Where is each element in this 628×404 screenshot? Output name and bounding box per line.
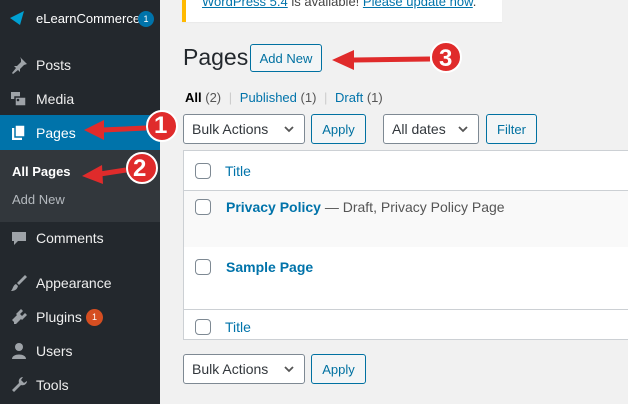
update-count-badge: 1 xyxy=(138,11,154,27)
filter-draft-count: (1) xyxy=(366,90,383,105)
filter-button[interactable]: Filter xyxy=(486,114,537,144)
filter-all-link[interactable]: All xyxy=(185,90,202,105)
pushpin-icon xyxy=(12,57,27,74)
sidebar-item-label: Posts xyxy=(36,57,72,73)
table-header-row: Title xyxy=(184,151,628,191)
chevron-down-icon xyxy=(284,366,294,373)
row-checkbox[interactable] xyxy=(195,259,211,275)
wordpress-version-link[interactable]: WordPress 5.4 xyxy=(202,0,288,9)
add-new-button[interactable]: Add New xyxy=(250,44,322,72)
site-name: eLearnCommerce xyxy=(36,11,141,26)
pages-icon xyxy=(12,123,26,140)
plugins-update-badge: 1 xyxy=(86,308,103,326)
bulk-actions-selected: Bulk Actions xyxy=(192,121,269,137)
chevron-down-icon xyxy=(284,126,294,133)
date-filter-select[interactable]: All dates xyxy=(383,114,479,144)
wordpress-logo-icon xyxy=(10,11,24,25)
sidebar-item-label: Plugins xyxy=(36,309,82,325)
pages-table: Title Privacy Policy — Draft, Privacy Po… xyxy=(183,150,628,340)
column-title-header[interactable]: Title xyxy=(225,163,251,179)
brush-icon xyxy=(11,275,27,291)
page-title-link[interactable]: Sample Page xyxy=(226,259,313,275)
sidebar-item-users[interactable]: Users xyxy=(0,334,160,368)
sidebar-item-plugins[interactable]: Plugins 1 xyxy=(0,300,160,334)
date-filter-selected: All dates xyxy=(392,121,446,137)
row-title-cell: Privacy Policy — Draft, Privacy Policy P… xyxy=(226,199,505,215)
media-icon xyxy=(11,92,27,107)
table-row: Sample Page xyxy=(184,247,628,309)
notice-middle-text: is available! xyxy=(287,0,363,9)
status-filter-links: All (2) | Published (1) | Draft (1) xyxy=(185,90,383,105)
post-state: — Draft, Privacy Policy Page xyxy=(320,199,505,215)
filter-published-link[interactable]: Published xyxy=(240,90,297,105)
table-footer-row: Title xyxy=(184,309,628,341)
filter-published-count: (1) xyxy=(300,90,317,105)
row-title-cell: Sample Page xyxy=(226,259,313,275)
sidebar-item-label: Comments xyxy=(36,230,104,246)
sidebar-item-label: Pages xyxy=(36,124,76,141)
column-title-footer[interactable]: Title xyxy=(225,319,251,335)
table-row: Privacy Policy — Draft, Privacy Policy P… xyxy=(184,191,628,247)
filter-all-count: (2) xyxy=(205,90,222,105)
row-checkbox[interactable] xyxy=(195,199,211,215)
update-notice-text: WordPress 5.4 is available! Please updat… xyxy=(202,0,476,9)
bulk-actions-select-bottom[interactable]: Bulk Actions xyxy=(183,354,305,384)
sidebar-item-label: Appearance xyxy=(36,275,112,291)
sidebar-item-comments[interactable]: Comments xyxy=(0,221,160,255)
submenu-item-all-pages[interactable]: All Pages xyxy=(12,164,71,179)
annotation-number-3: 3 xyxy=(439,45,453,72)
page-title: Pages xyxy=(183,44,249,70)
notice-end-text: . xyxy=(472,0,477,9)
sidebar-item-tools[interactable]: Tools xyxy=(0,368,160,402)
admin-sidebar: eLearnCommerce 1 Posts Media Pages All P… xyxy=(0,0,160,404)
separator: | xyxy=(228,90,233,105)
plugin-icon xyxy=(12,309,27,324)
bulk-actions-selected: Bulk Actions xyxy=(192,361,269,377)
page-title-link[interactable]: Privacy Policy xyxy=(226,199,321,215)
annotation-arrow-1 xyxy=(84,110,178,142)
select-all-checkbox[interactable] xyxy=(195,163,211,179)
apply-button-top[interactable]: Apply xyxy=(311,114,366,144)
wrench-icon xyxy=(12,377,27,392)
annotation-number-2: 2 xyxy=(133,155,147,182)
update-now-link[interactable]: Please update now xyxy=(363,0,473,9)
user-icon xyxy=(12,343,26,359)
sidebar-item-label: Tools xyxy=(36,377,69,393)
site-name-row[interactable]: eLearnCommerce 1 xyxy=(0,0,160,36)
sidebar-item-label: Users xyxy=(36,343,73,359)
update-notice: WordPress 5.4 is available! Please updat… xyxy=(182,0,502,22)
chevron-down-icon xyxy=(458,126,468,133)
submenu-item-add-new[interactable]: Add New xyxy=(12,192,65,207)
bulk-actions-select-top[interactable]: Bulk Actions xyxy=(183,114,305,144)
sidebar-item-posts[interactable]: Posts xyxy=(0,48,160,82)
annotation-arrow-2 xyxy=(82,152,158,184)
annotation-number-1: 1 xyxy=(154,112,168,139)
apply-button-bottom[interactable]: Apply xyxy=(311,354,366,384)
sidebar-item-appearance[interactable]: Appearance xyxy=(0,266,160,300)
comment-icon xyxy=(12,232,26,245)
sidebar-item-label: Media xyxy=(36,91,75,107)
select-all-checkbox-footer[interactable] xyxy=(195,319,211,335)
separator: | xyxy=(324,90,328,105)
filter-draft-link[interactable]: Draft xyxy=(335,90,363,105)
